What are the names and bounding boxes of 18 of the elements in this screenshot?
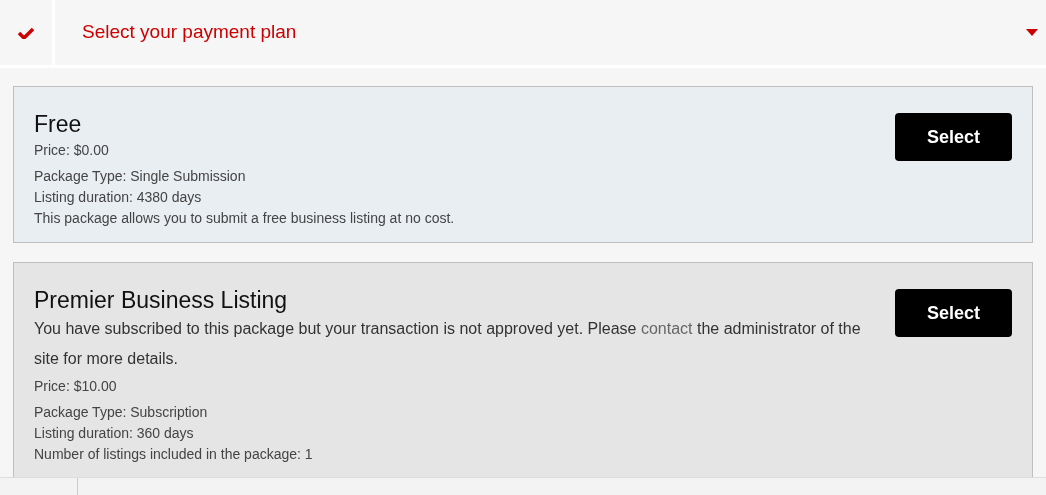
contact-link[interactable]: contact (640, 320, 693, 337)
plan-detail: Package Type: Single Submission (34, 167, 247, 186)
plan-card[interactable]: Free Price: $0.00 Package Type: Single Submission Listing duration: 4380 days This package allows you to submit a free business listing at no cost. Select (13, 86, 1033, 243)
plan-name: Premier Business Listing (34, 286, 289, 314)
plan-detail: This package allows you to submit a free business listing at no cost. (34, 209, 456, 228)
plan-price: Price: $10.00 (34, 377, 118, 396)
plan-message: You have subscribed to this package but your transaction is not approved yet. Please contact the administrator of the site for more details. (34, 319, 862, 369)
plan-detail: Listing duration: 4380 days (34, 188, 203, 207)
step-header[interactable]: Select your payment plan (0, 0, 1046, 68)
plan-detail: Number of listings included in the package: 1 (34, 445, 314, 464)
plan-price: Price: $0.00 (34, 141, 110, 160)
select-button[interactable]: Select (895, 289, 1012, 337)
plan-card[interactable] (13, 262, 1033, 479)
step-title: Select your payment plan (82, 20, 298, 45)
plan-detail: Listing duration: 360 days (34, 424, 195, 443)
plan-name: Free (34, 110, 83, 138)
plan-detail: Package Type: Subscription (34, 403, 209, 422)
select-button[interactable]: Select (895, 113, 1012, 161)
